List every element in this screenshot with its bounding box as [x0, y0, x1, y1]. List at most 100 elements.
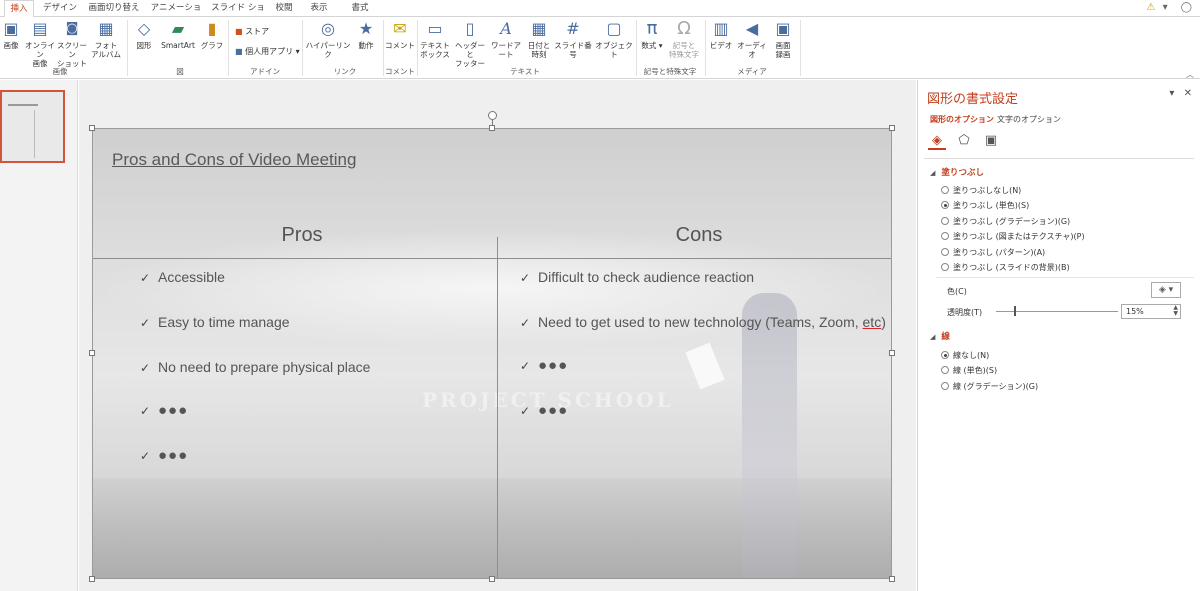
resize-handle-top-right[interactable] [889, 125, 895, 131]
transparency-input[interactable]: 15% ▲ ▼ [1121, 304, 1181, 319]
pane-divider [924, 158, 1194, 159]
omega-icon: Ω [677, 18, 691, 39]
radio-button[interactable] [941, 366, 949, 374]
check-icon: ✓ [140, 449, 151, 463]
audio-button[interactable]: ◀ オーディオ [734, 19, 770, 59]
dropdown-icon[interactable]: ▾ [1163, 2, 1168, 13]
cons-item[interactable]: ✓ ●●● [520, 402, 568, 419]
album-icon: ▦ [98, 19, 114, 38]
slide-number-button[interactable]: # スライド番号 [552, 19, 594, 59]
resize-handle-left[interactable] [89, 350, 95, 356]
cons-item[interactable]: ✓ Difficult to check audience reaction [520, 269, 754, 285]
fill-section-header[interactable]: ◢ 塗りつぶし [930, 166, 984, 178]
screen-recording-button[interactable]: ▣ 画面 録画 [770, 19, 796, 59]
tab-design[interactable]: デザイン [40, 0, 80, 17]
hyperlink-button[interactable]: ◎ ハイパーリンク [305, 19, 351, 59]
slide-thumbnail[interactable] [0, 90, 65, 163]
fill-option-gradient[interactable]: 塗りつぶし (グラデーション)(G) [941, 216, 1070, 227]
cons-item[interactable]: ✓ Need to get used to new technology (Tea… [520, 314, 886, 330]
fill-option-pattern[interactable]: 塗りつぶし (パターン)(A) [941, 247, 1045, 258]
wordart-button[interactable]: A ワードアート [488, 19, 524, 59]
slide[interactable]: PROJECT SCHOOL Pros and Cons of Video Me… [92, 128, 892, 579]
image-button[interactable]: ▣ 画像 [0, 19, 22, 50]
radio-button[interactable] [941, 186, 949, 194]
color-label: 色(C) [947, 287, 967, 296]
tab-slideshow[interactable]: スライド ショー [210, 0, 266, 30]
size-properties-icon[interactable]: ▣ [982, 132, 1000, 150]
tab-format[interactable]: 書式 [344, 0, 376, 17]
fill-option-background[interactable]: 塗りつぶし (スライドの背景)(B) [941, 262, 1070, 273]
tab-animations[interactable]: アニメーション [148, 0, 204, 30]
slide-title[interactable]: Pros and Cons of Video Meeting [112, 150, 356, 170]
radio-button[interactable] [941, 217, 949, 225]
line-option-none[interactable]: 線なし(N) [941, 350, 989, 361]
fill-color-picker[interactable]: ◈ ▾ [1151, 282, 1181, 298]
comment-button[interactable]: ✉ コメント [385, 19, 415, 50]
resize-handle-bottom-right[interactable] [889, 576, 895, 582]
user-icon[interactable]: ◯ [1181, 2, 1192, 13]
line-option-gradient[interactable]: 線 (グラデーション)(G) [941, 381, 1038, 392]
cons-item[interactable]: ✓ ●●● [520, 357, 568, 374]
chart-button[interactable]: ▮ グラフ [200, 19, 224, 50]
tab-insert[interactable]: 挿入 [4, 0, 34, 18]
textbox-button[interactable]: ▭ テキスト ボックス [420, 19, 450, 59]
store-button[interactable]: ■ ストア [235, 26, 269, 37]
resize-handle-bottom[interactable] [489, 576, 495, 582]
resize-handle-top[interactable] [489, 125, 495, 131]
action-button[interactable]: ★ 動作 [353, 19, 379, 50]
radio-button[interactable] [941, 248, 949, 256]
cons-header[interactable]: Cons [599, 224, 799, 247]
personal-apps-button[interactable]: ■ 個人用アプリ ▾ [235, 46, 300, 57]
line-option-solid[interactable]: 線 (単色)(S) [941, 365, 997, 376]
spinner-arrows-icon[interactable]: ▲ ▼ [1173, 305, 1178, 317]
symbol-button[interactable]: Ω 記号と 特殊文字 [666, 18, 702, 60]
transparency-slider-thumb[interactable] [1014, 306, 1016, 316]
rotate-handle[interactable] [488, 111, 497, 120]
close-icon[interactable]: ✕ [1184, 88, 1192, 99]
resize-handle-right[interactable] [889, 350, 895, 356]
ribbon-tab-bar: 挿入 デザイン 画面切り替え アニメーション スライド ショー 校閲 表示 書式… [0, 0, 1200, 30]
screenshot-button[interactable]: ◙ スクリーン ショット [56, 19, 88, 68]
account-area: ⚠ ▾ ◯ [1146, 2, 1192, 13]
table-header-line [92, 258, 892, 259]
fill-option-picture[interactable]: 塗りつぶし (図またはテクスチャ)(P) [941, 231, 1085, 242]
datetime-button[interactable]: ▦ 日付と 時刻 [526, 19, 552, 59]
resize-handle-top-left[interactable] [89, 125, 95, 131]
resize-handle-bottom-left[interactable] [89, 576, 95, 582]
radio-button-checked[interactable] [941, 201, 949, 209]
header-footer-button[interactable]: ▯ ヘッダーと フッター [452, 19, 488, 68]
radio-button[interactable] [941, 382, 949, 390]
warning-icon[interactable]: ⚠ [1146, 2, 1155, 13]
line-section-header[interactable]: ◢ 線 [930, 330, 950, 342]
tab-view[interactable]: 表示 [304, 0, 334, 17]
group-label-media: メディア [737, 67, 767, 76]
shapes-button[interactable]: ◇ 図形 [132, 19, 156, 50]
collapse-ribbon-icon[interactable]: ︿ [1186, 69, 1194, 80]
tab-transitions[interactable]: 画面切り替え [88, 0, 140, 17]
fill-option-solid[interactable]: 塗りつぶし (単色)(S) [941, 200, 1029, 211]
radio-button[interactable] [941, 232, 949, 240]
effects-pentagon-icon[interactable]: ⬠ [955, 132, 973, 150]
video-button[interactable]: ▥ ビデオ [708, 19, 734, 50]
radio-button[interactable] [941, 263, 949, 271]
tab-text-options[interactable]: 文字のオプション [997, 114, 1061, 125]
tab-shape-options[interactable]: 図形のオプション [930, 114, 994, 125]
pros-item[interactable]: ✓ No need to prepare physical place [140, 359, 370, 375]
radio-button-checked[interactable] [941, 351, 949, 359]
photo-album-button[interactable]: ▦ フォト アルバム [89, 19, 123, 59]
online-picture-icon: ▤ [32, 19, 48, 38]
object-button[interactable]: ▢ オブジェクト [594, 19, 634, 59]
equation-button[interactable]: π 数式 ▾ [640, 18, 664, 51]
pi-icon: π [646, 18, 658, 39]
online-image-button[interactable]: ▤ オンライン 画像 [24, 19, 56, 68]
fill-line-icon[interactable]: ◈ [928, 132, 946, 150]
fill-option-none[interactable]: 塗りつぶしなし(N) [941, 185, 1021, 196]
pros-item[interactable]: ✓ ●●● [140, 402, 188, 419]
pros-item[interactable]: ✓ Accessible [140, 269, 225, 285]
tab-review[interactable]: 校閲 [270, 0, 298, 17]
pros-item[interactable]: ✓ Easy to time manage [140, 314, 290, 330]
smartart-button[interactable]: ▰ SmartArt [158, 19, 198, 50]
pane-options-icon[interactable]: ▾ [1169, 88, 1174, 99]
pros-header[interactable]: Pros [202, 224, 402, 247]
pros-item[interactable]: ✓ ●●● [140, 447, 188, 464]
